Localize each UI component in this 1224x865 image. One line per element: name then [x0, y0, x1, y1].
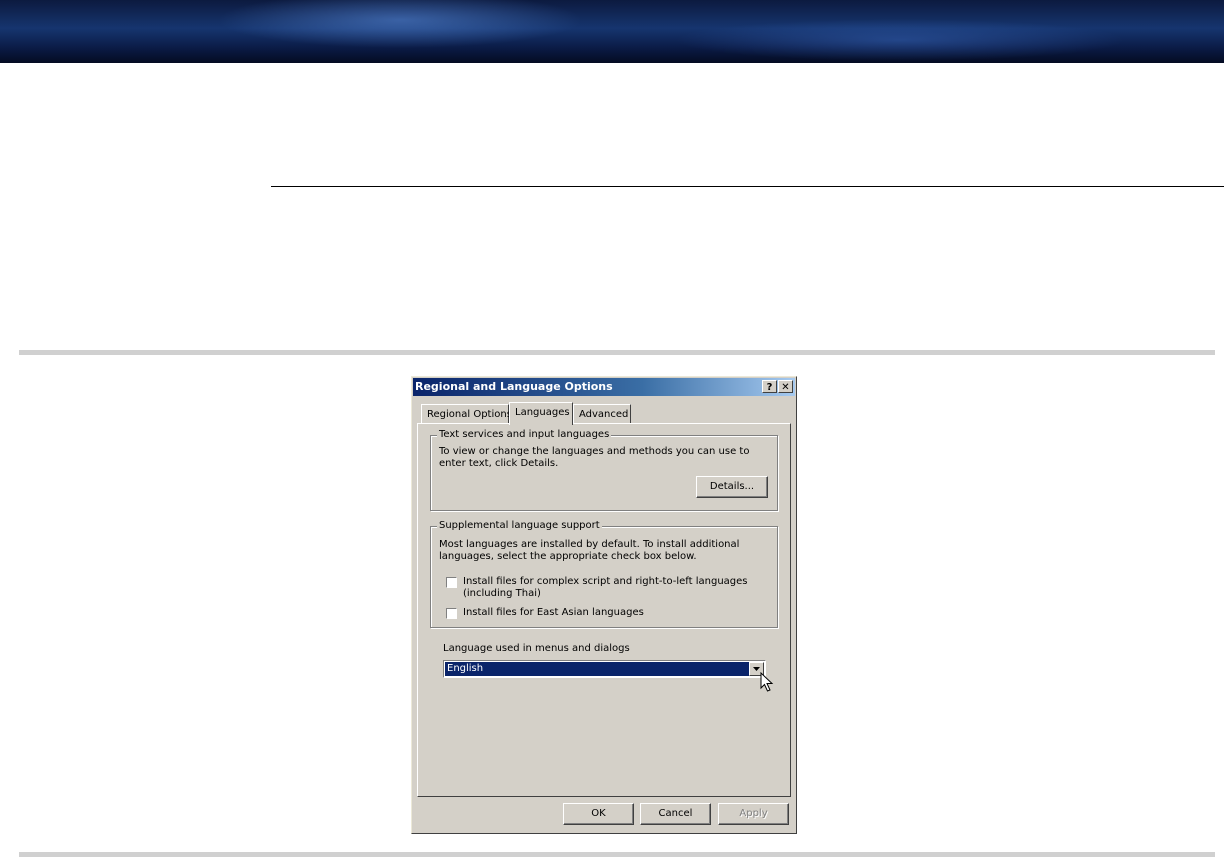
supplemental-description: Most languages are installed by default.… — [439, 539, 740, 562]
tab-regional-options[interactable]: Regional Options — [421, 404, 512, 424]
menu-language-select[interactable]: English — [443, 660, 766, 678]
details-button[interactable]: Details... — [696, 476, 768, 498]
header-banner — [0, 0, 1224, 63]
east-asian-checkbox[interactable] — [446, 608, 457, 619]
cancel-button[interactable]: Cancel — [640, 803, 711, 825]
supplemental-support-group: Supplemental language support Most langu… — [430, 520, 778, 628]
text-services-legend: Text services and input languages — [437, 429, 612, 440]
complex-script-checkbox[interactable] — [446, 577, 457, 588]
close-icon[interactable]: ✕ — [778, 380, 793, 393]
dialog-titlebar: Regional and Language Options — [413, 378, 795, 396]
regional-language-dialog: Regional and Language Options ? ✕ Region… — [411, 376, 797, 834]
divider-line — [271, 186, 1224, 187]
complex-script-label[interactable]: Install files for complex script and rig… — [463, 576, 773, 600]
figure-bottom-border — [19, 852, 1215, 857]
text-services-description: To view or change the languages and meth… — [439, 446, 750, 469]
dialog-title: Regional and Language Options — [415, 380, 613, 393]
help-icon[interactable]: ? — [762, 380, 777, 393]
apply-button[interactable]: Apply — [718, 803, 789, 825]
tab-languages[interactable]: Languages — [509, 402, 573, 425]
ok-button[interactable]: OK — [563, 803, 634, 825]
east-asian-label[interactable]: Install files for East Asian languages — [463, 607, 773, 619]
figure-top-border — [19, 350, 1215, 355]
languages-tab-panel: Text services and input languages To vie… — [417, 423, 791, 797]
text-services-group: Text services and input languages To vie… — [430, 429, 778, 511]
tab-advanced[interactable]: Advanced — [573, 404, 631, 424]
menu-language-value[interactable]: English — [445, 662, 749, 676]
supplemental-legend: Supplemental language support — [437, 520, 602, 531]
menu-language-label: Language used in menus and dialogs — [443, 643, 630, 654]
mouse-pointer-icon — [760, 672, 774, 692]
